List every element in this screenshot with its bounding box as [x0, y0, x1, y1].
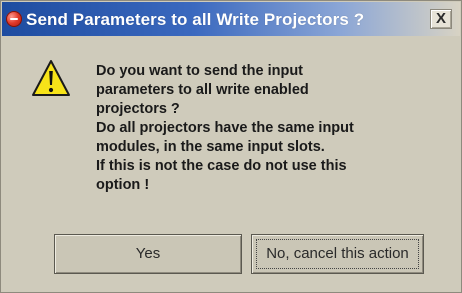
warning-icon — [32, 60, 70, 96]
message-line: projectors ? — [96, 101, 180, 117]
title-bar[interactable]: Send Parameters to all Write Projectors … — [2, 2, 460, 36]
message-text: Do you want to send the input parameters… — [96, 62, 446, 195]
yes-button[interactable]: Yes — [54, 234, 242, 274]
message-line: modules, in the same input slots. — [96, 139, 325, 155]
message-line: parameters to all write enabled — [96, 82, 309, 98]
message-line: If this is not the case do not use this — [96, 158, 347, 174]
cancel-button-label: No, cancel this action — [266, 245, 409, 262]
close-button[interactable]: X — [430, 9, 452, 29]
cancel-button[interactable]: No, cancel this action — [251, 234, 424, 274]
yes-button-label: Yes — [135, 245, 161, 262]
window-title: Send Parameters to all Write Projectors … — [26, 10, 365, 29]
close-icon: X — [435, 10, 446, 27]
message-line: option ! — [96, 177, 150, 193]
error-circle-icon — [6, 11, 22, 27]
message-line: Do all projectors have the same input — [96, 120, 354, 136]
dialog-window: Send Parameters to all Write Projectors … — [0, 0, 462, 293]
message-line: Do you want to send the input — [96, 63, 304, 79]
